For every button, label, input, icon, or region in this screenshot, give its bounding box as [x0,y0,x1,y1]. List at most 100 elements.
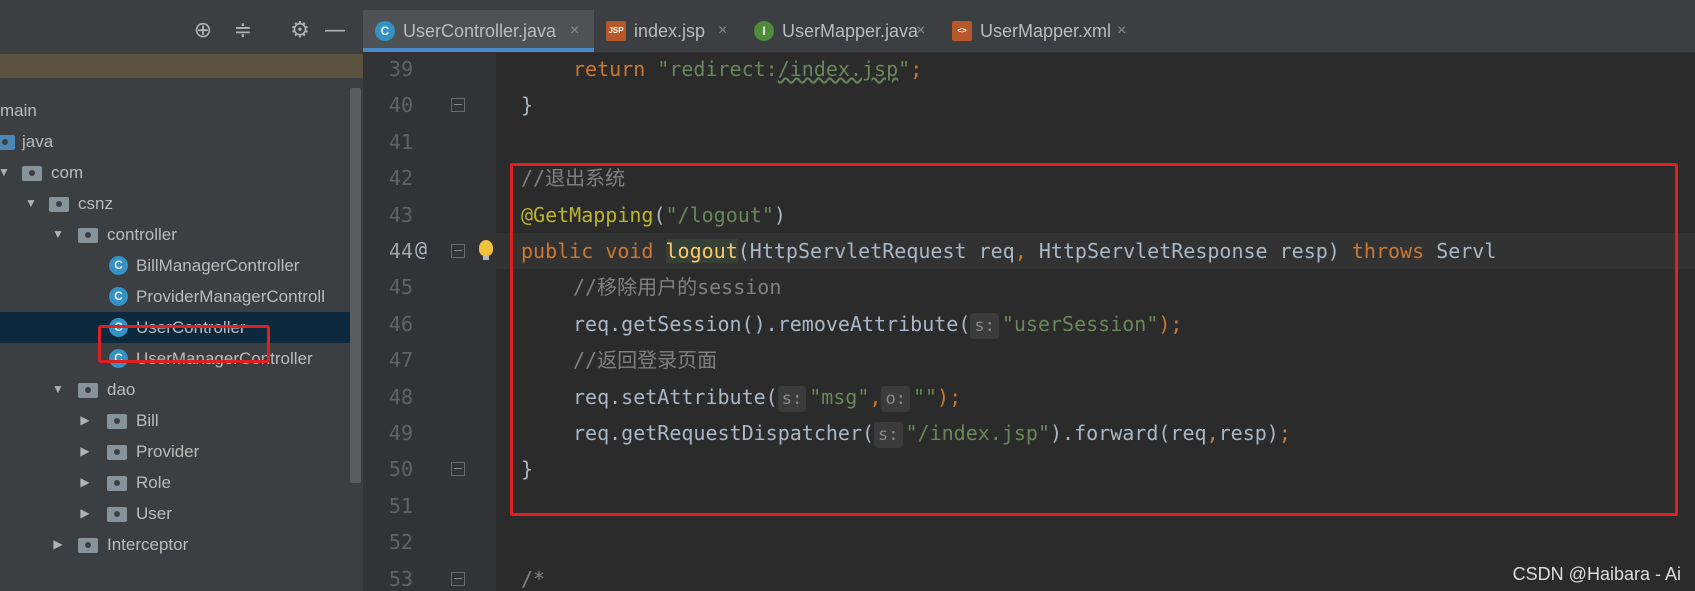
close-icon[interactable]: × [718,10,727,52]
code-token: ; [910,57,923,81]
line-number: 39 [388,57,413,81]
tree-item-billmanagercontroller[interactable]: C BillManagerController [0,250,350,281]
chevron-right-icon[interactable]: ▶ [78,436,92,467]
project-panel: ⊕ ≑ ⚙ — main java ▼ com ▼ csnz ▼ controller C Bil… [0,0,363,591]
line-number: 46 [388,311,413,336]
tree-item-interceptor[interactable]: ▶ Interceptor [0,529,350,560]
project-banner [0,54,363,78]
tree-item-label: Provider [136,442,200,461]
fold-icon[interactable] [451,98,465,113]
line-number: 43 [388,202,413,227]
code-line[interactable]: /* [521,561,545,591]
code-token: "redirect: [657,57,778,81]
chevron-down-icon[interactable]: ▼ [51,219,65,250]
code-editor[interactable]: 39 40 41 42 43 44 @45 46 47 48 49 50 51 52 53 return "… [363,53,1695,591]
tree-item-label: csnz [78,194,113,213]
tree-item-label: java [22,132,54,151]
gear-icon[interactable]: ⚙ [285,16,315,46]
project-scrollbar[interactable] [350,88,361,483]
chevron-down-icon[interactable]: ▼ [24,188,38,219]
tree-item-bill[interactable]: ▶ Bill [0,405,350,436]
tree-item-label: com [51,163,84,182]
package-icon [107,414,127,429]
package-icon [78,228,98,243]
chevron-right-icon[interactable]: ▶ [78,467,92,498]
collapse-all-icon[interactable]: ≑ [228,16,258,46]
chevron-right-icon[interactable]: ▶ [78,405,92,436]
code-line[interactable]: return "redirect:/index.jsp"; [573,53,922,87]
fold-icon[interactable] [451,244,465,258]
line-number: 41 [388,129,413,154]
package-icon [107,507,127,522]
tree-item-providermanagercontroll[interactable]: C ProviderManagerControll [0,281,350,312]
project-toolbar: ⊕ ≑ ⚙ — [0,10,363,54]
chevron-right-icon[interactable]: ▶ [51,529,65,560]
tree-item-provider[interactable]: ▶ Provider [0,436,350,467]
fold-icon[interactable] [451,462,465,477]
tree-item-label: BillManagerController [136,256,300,275]
class-icon: C [109,287,128,306]
class-icon: C [109,256,128,275]
class-icon: C [375,21,395,41]
tab-label: UserMapper.java [782,21,919,41]
line-number: 53 [388,566,413,591]
tree-item-role[interactable]: ▶ Role [0,467,350,498]
close-icon[interactable]: × [1117,10,1126,52]
code-line[interactable]: } [521,87,533,123]
annotation-highlight-box [98,325,270,363]
lightbulb-icon[interactable] [479,240,493,260]
chevron-right-icon[interactable]: ▶ [78,498,92,529]
tree-item-label: main [0,101,37,120]
tree-item-user[interactable]: ▶ User [0,498,350,529]
tab-usermapper-xml[interactable]: <> UserMapper.xml × [940,10,1141,52]
crosshair-icon[interactable]: ⊕ [188,16,218,46]
tree-item-main[interactable]: main [0,95,350,126]
code-token: " [898,57,911,81]
tab-usercontroller-java[interactable]: C UserController.java × [363,10,594,52]
package-icon [78,538,98,553]
code-token: /* [521,566,546,591]
tree-item-label: User [136,504,172,523]
tree-item-label: dao [107,380,136,399]
package-icon [49,197,69,212]
chevron-down-icon[interactable]: ▼ [0,157,11,188]
line-number: 49 [388,421,413,445]
tab-label: index.jsp [634,21,706,41]
close-icon[interactable]: × [916,10,925,52]
tree-item-controller[interactable]: ▼ controller [0,219,350,250]
interface-icon: I [754,21,774,41]
close-icon[interactable]: × [570,10,579,52]
line-number: 48 [388,384,413,409]
tab-index-jsp[interactable]: JSP index.jsp × [594,10,742,52]
tree-item-label: Bill [136,411,159,430]
tree-item-com[interactable]: ▼ com [0,157,350,188]
editor-tabs: C UserController.java × JSP index.jsp × I UserM… [363,10,1695,53]
fold-icon[interactable] [451,571,465,586]
package-icon [0,135,15,150]
xml-file-icon: <> [952,21,972,41]
project-top-strip [0,0,363,10]
line-number: 52 [388,530,413,555]
tree-item-label: Role [136,473,171,492]
tab-usermapper-java[interactable]: I UserMapper.java × [742,10,940,52]
line-number: 44 [388,239,413,263]
tree-item-label: Interceptor [107,535,189,554]
chevron-down-icon[interactable]: ▼ [51,374,65,405]
tab-label: UserController.java [403,21,557,41]
tab-label: UserMapper.xml [980,21,1112,41]
editor-gutter: 39 40 41 42 43 44 @45 46 47 48 49 50 51 52 53 [363,53,496,591]
editor-top-strip [363,0,1695,10]
code-token: return [573,57,658,81]
line-number: 40 [388,93,413,118]
line-number: 47 [388,348,413,373]
code-token: } [521,93,534,118]
package-icon [22,166,42,181]
ide-window: ⊕ ≑ ⚙ — main java ▼ com ▼ csnz ▼ controller C Bil… [0,0,1695,591]
implementation-marker-icon[interactable]: @ [415,237,427,261]
tree-item-java[interactable]: java [0,126,350,157]
minimize-icon[interactable]: — [320,16,350,46]
line-number: 42 [388,166,413,191]
tree-item-csnz[interactable]: ▼ csnz [0,188,350,219]
tree-item-dao[interactable]: ▼ dao [0,374,350,405]
jsp-file-icon: JSP [606,21,626,41]
